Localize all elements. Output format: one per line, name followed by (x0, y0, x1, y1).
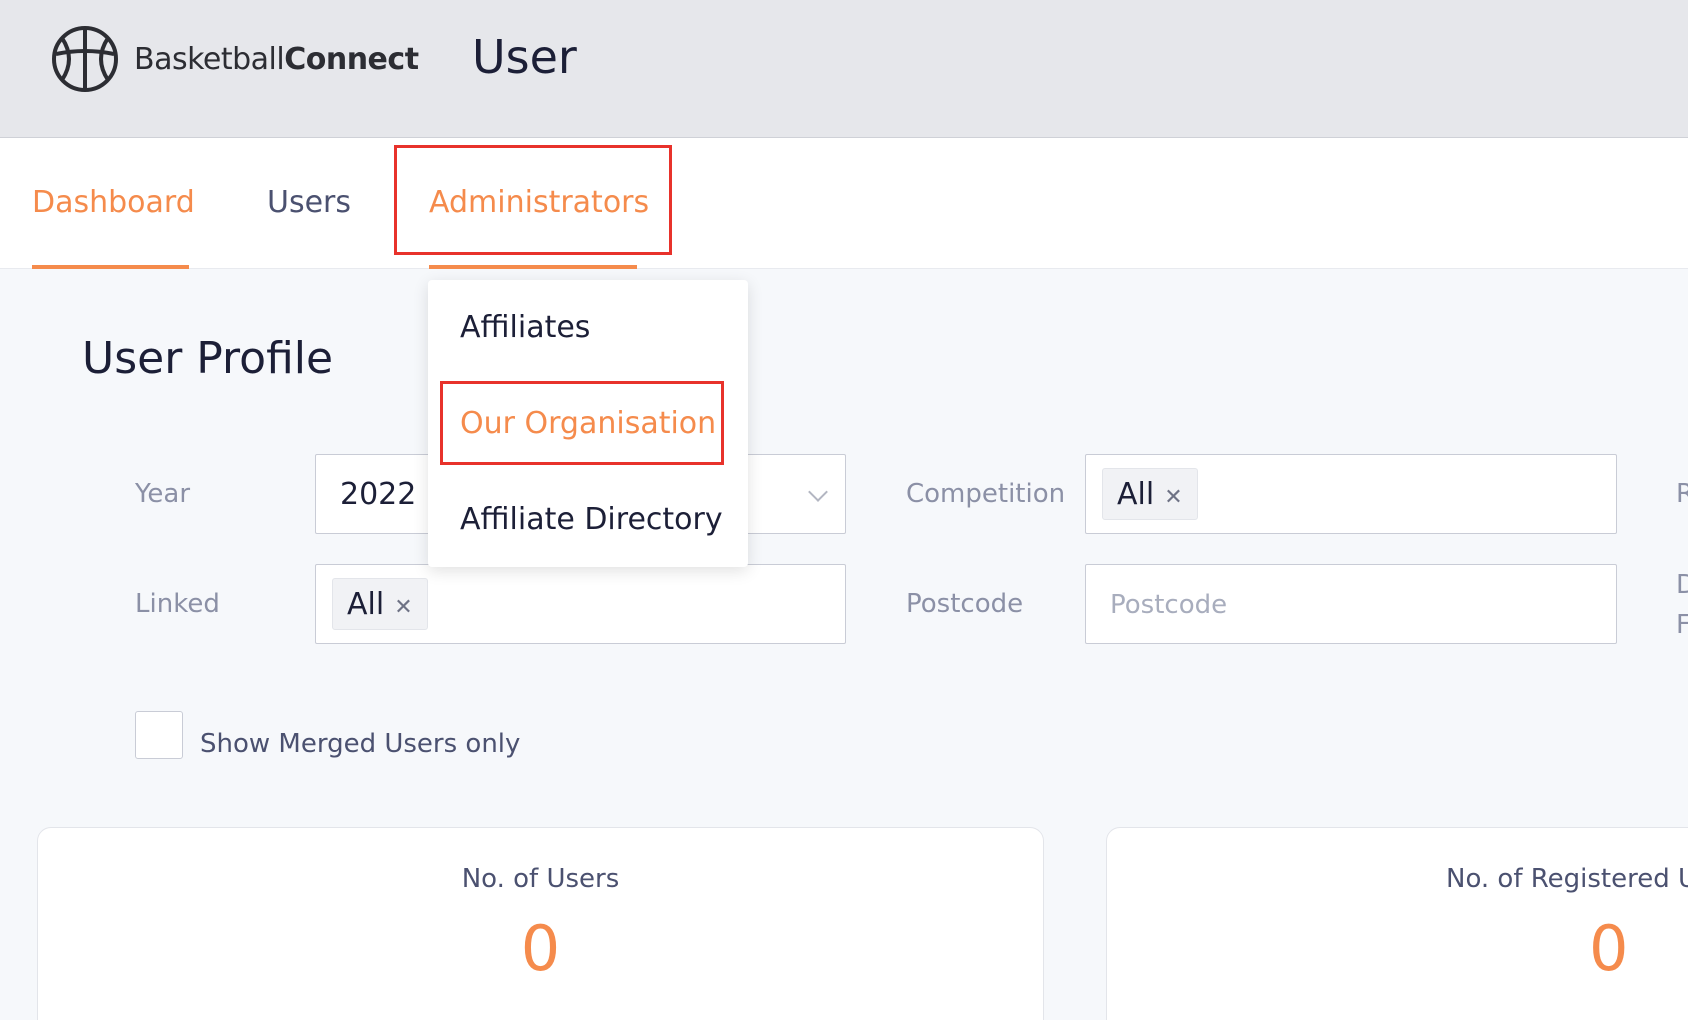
stat-card-users: No. of Users 0 (37, 827, 1044, 1020)
clipped-filter-label: F (1676, 610, 1688, 640)
linked-tag: All ✕ (332, 578, 428, 630)
clipped-filter-label: R (1676, 479, 1688, 509)
nav-tab-dashboard[interactable]: Dashboard (32, 138, 195, 269)
page-header-title: User (472, 30, 577, 84)
nav-tab-label: Users (267, 185, 352, 220)
active-tab-underline (429, 265, 637, 269)
main-nav: Dashboard Users Administrators (0, 138, 1688, 269)
administrators-dropdown-menu: Affiliates Our Organisation Affiliate Di… (428, 280, 748, 567)
competition-label: Competition (906, 479, 1066, 509)
tag-label: All (1117, 476, 1155, 512)
page-title: User Profile (82, 333, 334, 384)
close-icon[interactable]: ✕ (1164, 485, 1182, 510)
postcode-input-box (1085, 564, 1617, 644)
competition-select[interactable]: All ✕ (1085, 454, 1617, 534)
postcode-label: Postcode (906, 589, 1024, 619)
menu-item-our-organisation[interactable]: Our Organisation (460, 406, 716, 441)
postcode-input[interactable] (1110, 585, 1570, 625)
stat-label: No. of Registered Us (1446, 864, 1688, 894)
linked-select[interactable]: All ✕ (315, 564, 846, 644)
close-icon[interactable]: ✕ (394, 595, 412, 620)
stat-value: 0 (1589, 912, 1629, 985)
competition-tag: All ✕ (1102, 468, 1198, 520)
linked-label: Linked (135, 589, 220, 619)
show-merged-users-label: Show Merged Users only (200, 729, 521, 759)
app-header: BasketballConnect User (0, 0, 1688, 138)
nav-tab-label: Dashboard (32, 185, 195, 220)
year-label: Year (135, 479, 191, 509)
active-tab-underline (32, 265, 189, 269)
tag-label: All (347, 586, 385, 622)
chevron-down-icon (808, 482, 828, 502)
basketball-connect-logo[interactable]: BasketballConnect (50, 24, 419, 94)
nav-tab-users[interactable]: Users (267, 138, 353, 269)
clipped-filter-label: D (1676, 570, 1688, 600)
nav-tab-administrators[interactable]: Administrators (429, 138, 649, 269)
basketball-icon (52, 26, 118, 92)
menu-item-affiliates[interactable]: Affiliates (460, 310, 590, 345)
year-select-value: 2022 (340, 477, 417, 512)
nav-tab-label: Administrators (429, 185, 650, 220)
logo-text: BasketballConnect (134, 41, 419, 77)
stat-value: 0 (520, 912, 561, 985)
stat-label: No. of Users (461, 864, 620, 894)
show-merged-users-checkbox[interactable] (135, 711, 183, 759)
stat-card-registered-users: No. of Registered Us 0 (1106, 827, 1688, 1020)
menu-item-affiliate-directory[interactable]: Affiliate Directory (460, 502, 723, 537)
